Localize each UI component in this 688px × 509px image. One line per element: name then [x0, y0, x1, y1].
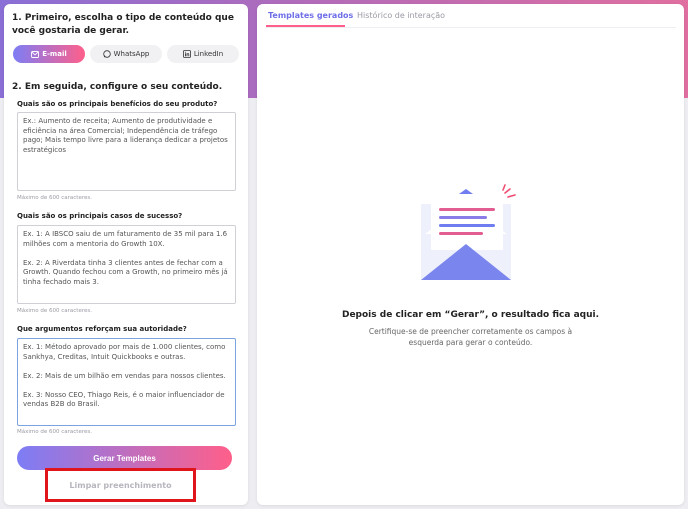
linkedin-icon: [182, 50, 191, 58]
content-type-linkedin-label: LinkedIn: [193, 50, 224, 58]
benefits-char-limit: Máximo de 600 caracteres.: [17, 195, 92, 201]
content-type-whatsapp[interactable]: WhatsApp: [90, 45, 162, 63]
tabs-divider: [266, 27, 676, 28]
benefits-textarea[interactable]: Ex.: Aumento de receita; Aumento de prod…: [17, 112, 236, 191]
content-type-email[interactable]: E-mail: [13, 45, 85, 63]
success-cases-char-limit: Máximo de 600 caracteres.: [17, 308, 92, 314]
envelope-illustration-icon: [421, 184, 516, 280]
results-panel: Templates gerados Histórico de interação…: [257, 4, 684, 505]
content-type-selector: E-mail WhatsApp LinkedIn: [13, 45, 240, 63]
authority-char-limit: Máximo de 600 caracteres.: [17, 429, 92, 435]
empty-state-title: Depois de clicar em “Gerar”, o resultado…: [341, 310, 600, 320]
tab-interaction-history[interactable]: Histórico de interação: [357, 11, 445, 20]
tab-generated-templates[interactable]: Templates gerados: [268, 11, 353, 20]
clear-fields-button[interactable]: Limpar preenchimento: [45, 468, 196, 502]
success-cases-textarea[interactable]: Ex. 1: A IBSCO saiu de um faturamento de…: [17, 225, 236, 304]
content-type-linkedin[interactable]: LinkedIn: [167, 45, 239, 63]
content-config-panel: 1. Primeiro, escolha o tipo de conteúdo …: [4, 4, 248, 505]
content-type-email-label: E-mail: [42, 50, 67, 58]
whatsapp-icon: [102, 50, 111, 58]
content-type-whatsapp-label: WhatsApp: [113, 50, 150, 58]
generate-templates-button[interactable]: Gerar Templates: [17, 446, 232, 470]
step1-title: 1. Primeiro, escolha o tipo de conteúdo …: [12, 13, 234, 36]
success-cases-question-label: Quais são os principais casos de sucesso…: [17, 212, 183, 220]
step2-title: 2. Em seguida, configure o seu conteúdo.: [12, 82, 223, 92]
empty-state-subtitle: Certifique-se de preencher corretamente …: [368, 327, 573, 347]
mail-icon: [31, 50, 40, 58]
authority-textarea[interactable]: Ex. 1: Método aprovado por mais de 1.000…: [17, 338, 236, 426]
benefits-question-label: Quais são os principais benefícios do se…: [17, 100, 218, 108]
authority-question-label: Que argumentos reforçam sua autoridade?: [17, 325, 187, 333]
